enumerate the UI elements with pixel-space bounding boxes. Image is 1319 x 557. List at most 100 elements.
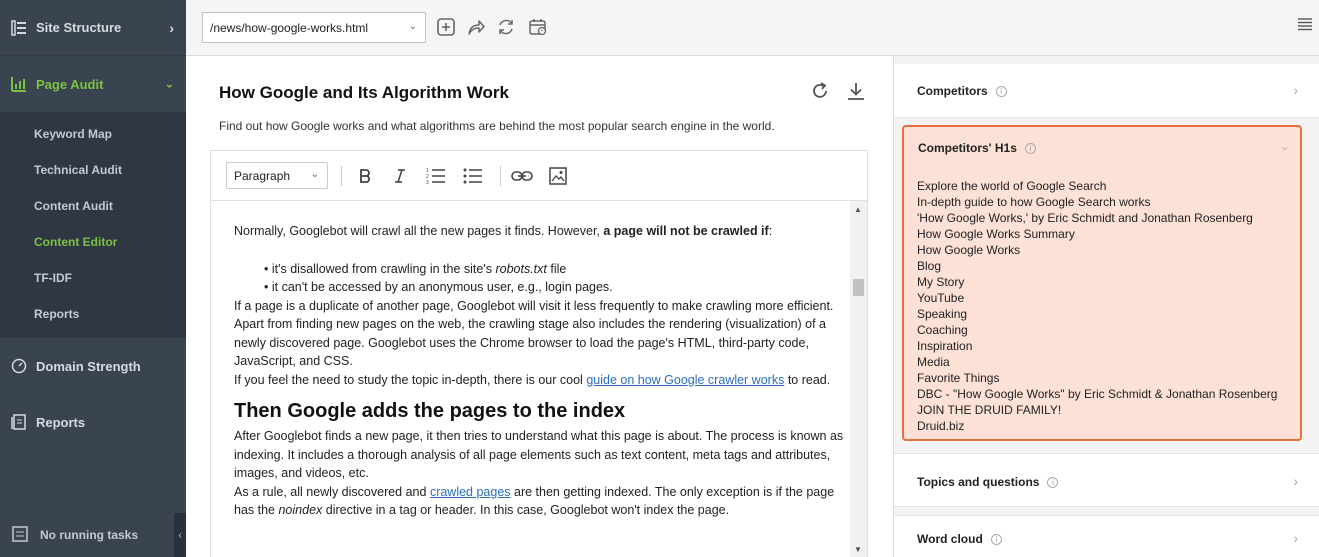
toolbar-divider [341,166,342,186]
sidebar-item-tf-idf[interactable]: TF-IDF [0,260,186,296]
url-select-value: /news/how-google-works.html [210,20,369,35]
text-run: file [546,261,567,276]
sidebar-item-keyword-map[interactable]: Keyword Map [0,116,186,152]
scroll-down-icon[interactable]: ▼ [854,545,862,554]
info-icon[interactable]: i [1047,477,1059,489]
sidebar-item-technical-audit[interactable]: Technical Audit [0,152,186,188]
word-cloud-label: Word cloud [917,532,983,546]
competitors-section[interactable]: Competitors i › [894,64,1319,118]
info-icon[interactable]: i [990,534,1002,546]
chevron-right-icon: › [1293,530,1298,546]
sidebar-item-reports[interactable]: Reports [0,394,186,450]
italic-text: robots.txt [495,261,547,276]
crawled-pages-link[interactable]: crawled pages [430,485,511,499]
editor-toolbar: Paragraph ⌄ 123 [211,151,867,201]
topics-label: Topics and questions [917,475,1040,489]
paragraph: Normally, Googlebot will crawl all the n… [234,222,851,241]
scrollbar-thumb[interactable] [853,279,864,296]
sidebar-item-content-editor[interactable]: Content Editor [0,224,186,260]
sidebar: Site Structure › Page Audit ⌄ Keyword Ma… [0,0,186,557]
section-title: Competitors' H1s i [918,141,1036,155]
sidebar-item-content-audit[interactable]: Content Audit [0,188,186,224]
list-item: Inspiration [917,339,973,353]
sidebar-item-page-audit[interactable]: Page Audit ⌄ [0,56,186,112]
list-item: Favorite Things [917,371,1000,385]
chevron-down-icon: ⌄ [408,21,417,32]
text-run: : [768,224,773,238]
list-item: Speaking [917,307,968,321]
scroll-up-icon[interactable]: ▲ [854,205,862,214]
rich-text-editor: Paragraph ⌄ 123 Normally, Googlebot will… [210,150,868,557]
sidebar-label-site-structure: Site Structure [36,20,122,35]
share-icon[interactable] [464,15,488,39]
list-item: Explore the world of Google Search [917,179,1107,193]
chevron-up-icon[interactable]: ⌄ [1280,139,1290,153]
paragraph-style-select[interactable]: Paragraph ⌄ [226,162,328,189]
refresh-icon[interactable] [494,15,518,39]
list-item: • it can't be accessed by an anonymous u… [264,280,613,294]
page-description[interactable]: Find out how Google works and what algor… [219,119,775,133]
sidebar-item-site-structure[interactable]: Site Structure › [0,0,186,56]
topics-questions-section[interactable]: Topics and questions i › [894,453,1319,507]
chevron-down-icon: ⌄ [164,78,174,91]
numbered-list-icon[interactable]: 123 [424,164,448,188]
paragraph: If you feel the need to study the topic … [234,371,851,390]
collapse-sidebar-button[interactable]: ‹ [174,513,186,557]
section-title: Competitors i [917,84,1007,98]
list-item: Blog [917,259,942,273]
list-item: Media [917,355,950,369]
bold-icon[interactable] [353,164,377,188]
paragraph-style-value: Paragraph [234,168,291,183]
link-icon[interactable] [510,164,534,188]
toolbar-divider [500,166,501,186]
editor-scrollbar[interactable]: ▲ ▼ [850,201,867,557]
site-structure-icon [10,19,28,37]
chevron-right-icon: › [1293,473,1298,489]
list-item: How Google Works Summary [917,227,1075,241]
sidebar-label-page-audit: Page Audit [36,76,104,92]
text-run: • it's disallowed from crawling in the s… [264,261,496,276]
reports-icon [10,413,28,431]
info-icon[interactable]: i [995,86,1007,98]
schedule-icon[interactable] [526,15,550,39]
list-item: JOIN THE DRUID FAMILY! [917,403,1062,417]
list-item: Coaching [917,323,968,337]
text-run: If you feel the need to study the topic … [234,372,587,387]
list-item: In-depth guide to how Google Search work… [917,195,1151,209]
bullet-list-icon[interactable] [461,164,485,188]
list-item: Druid.biz [917,419,965,433]
analysis-panel: Competitors i › Competitors' H1s i ⌄ Explo… [893,56,1319,557]
bold-text: a page will not be crawled if [603,224,769,238]
sidebar-label-domain-strength: Domain Strength [36,358,141,374]
url-select[interactable]: /news/how-google-works.html ⌄ [202,12,426,43]
task-status: No running tasks [0,513,186,557]
add-page-icon[interactable] [434,15,458,39]
chevron-right-icon: › [169,19,174,36]
crawler-guide-link[interactable]: guide on how Google crawler works [586,373,784,387]
page-audit-icon [10,75,28,93]
page-audit-submenu: Keyword Map Technical Audit Content Audi… [0,112,186,338]
section-title: Topics and questions i [917,475,1059,489]
editor-content[interactable]: Normally, Googlebot will crawl all the n… [211,201,851,557]
gauge-icon [10,357,28,375]
list-item: YouTube [917,291,965,305]
page-title[interactable]: How Google and Its Algorithm Work [219,83,509,103]
sidebar-item-page-audit-reports[interactable]: Reports [0,296,186,332]
sidebar-item-domain-strength[interactable]: Domain Strength [0,338,186,394]
text-run: to read. [784,372,831,387]
italic-text: noindex [278,503,323,517]
word-cloud-section[interactable]: Word cloud i › [894,515,1319,557]
info-icon[interactable]: i [1024,143,1036,155]
download-icon[interactable] [845,80,867,102]
refresh-icon[interactable] [809,80,831,102]
list-item: • it's disallowed from crawling in the s… [264,260,851,279]
hamburger-menu-icon[interactable] [1297,17,1313,31]
image-icon[interactable] [546,164,570,188]
italic-icon[interactable] [388,164,412,188]
paragraph: After Googlebot finds a new page, it the… [234,429,844,480]
list-item: DBC - "How Google Works" by Eric Schmidt… [917,387,1278,401]
competitors-label: Competitors [917,84,988,98]
list-item: My Story [917,275,965,289]
paragraph: If a page is a duplicate of another page… [234,298,834,313]
list-item: 'How Google Works,' by Eric Schmidt and … [917,211,1253,225]
